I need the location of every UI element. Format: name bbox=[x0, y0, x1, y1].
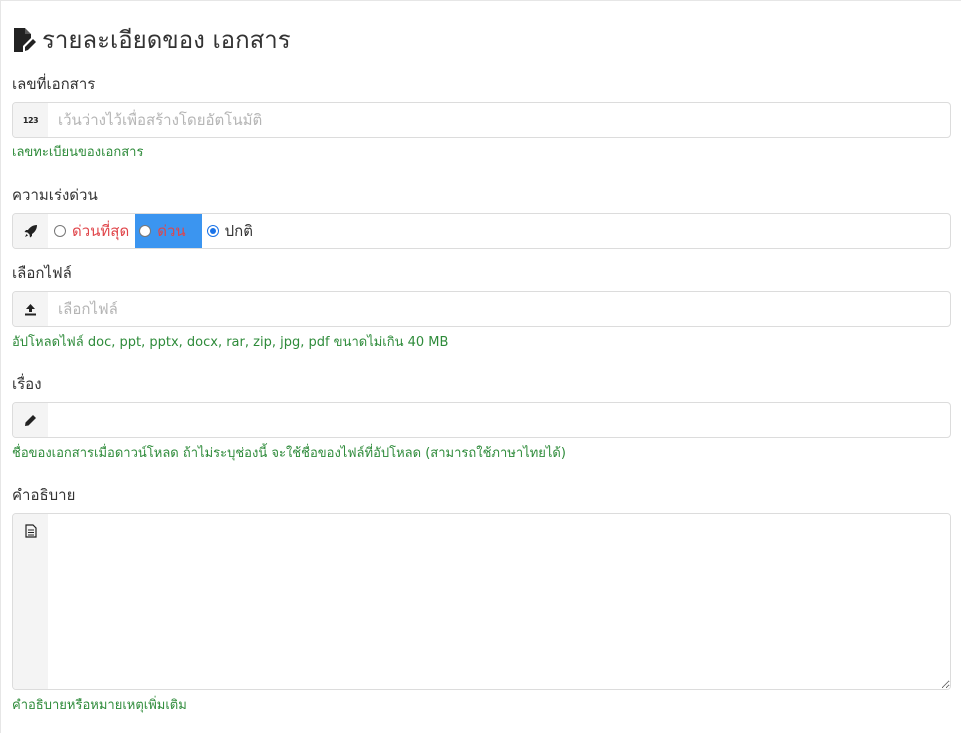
description-label: คำอธิบาย bbox=[12, 486, 76, 504]
urgency-option-most-urgent[interactable]: ด่วนที่สุด bbox=[48, 214, 135, 248]
urgency-option-urgent[interactable]: ด่วน bbox=[135, 214, 202, 248]
urgency-option-label: ด่วนที่สุด bbox=[72, 222, 130, 240]
doc-number-input[interactable] bbox=[48, 103, 950, 137]
document-edit-icon bbox=[14, 28, 36, 52]
description-help: คำอธิบายหรือหมายเหตุเพิ่มเติม bbox=[12, 698, 187, 713]
rocket-icon bbox=[13, 214, 48, 248]
pencil-icon bbox=[13, 403, 48, 437]
urgency-radio-group: ด่วนที่สุด ด่วน ปกติ bbox=[48, 214, 950, 248]
subject-label: เรื่อง bbox=[12, 375, 42, 393]
document-icon bbox=[13, 514, 48, 689]
radio-most-urgent[interactable] bbox=[54, 225, 66, 237]
file-help: อัปโหลดไฟล์ doc, ppt, pptx, docx, rar, z… bbox=[12, 335, 449, 350]
subject-help: ชื่อของเอกสารเมื่อดาวน์โหลด ถ้าไม่ระบุช่… bbox=[12, 446, 566, 461]
number-icon-text: 123 bbox=[22, 115, 39, 125]
urgency-field: ด่วนที่สุด ด่วน ปกติ bbox=[12, 213, 951, 249]
urgency-label: ความเร่งด่วน bbox=[12, 186, 98, 204]
file-input[interactable] bbox=[48, 292, 950, 326]
upload-icon bbox=[13, 292, 48, 326]
subject-input[interactable] bbox=[48, 403, 950, 437]
doc-number-help: เลขทะเบียนของเอกสาร bbox=[12, 145, 144, 160]
urgency-option-label: ด่วน bbox=[157, 222, 186, 240]
subject-field bbox=[12, 402, 951, 438]
file-label: เลือกไฟล์ bbox=[12, 264, 72, 282]
page-title-text: รายละเอียดของ เอกสาร bbox=[42, 26, 291, 54]
document-detail-form: รายละเอียดของ เอกสาร เลขที่เอกสาร 123 เล… bbox=[0, 0, 961, 733]
radio-normal[interactable] bbox=[206, 225, 219, 237]
number-icon: 123 bbox=[13, 103, 48, 137]
description-field bbox=[12, 513, 951, 690]
description-textarea[interactable] bbox=[48, 514, 950, 689]
radio-urgent[interactable] bbox=[139, 225, 152, 237]
file-field bbox=[12, 291, 951, 327]
doc-number-field: 123 bbox=[12, 102, 951, 138]
page-title: รายละเอียดของ เอกสาร bbox=[12, 21, 291, 59]
doc-number-label: เลขที่เอกสาร bbox=[12, 75, 96, 93]
urgency-option-normal[interactable]: ปกติ bbox=[202, 214, 259, 248]
urgency-option-label: ปกติ bbox=[224, 222, 253, 240]
